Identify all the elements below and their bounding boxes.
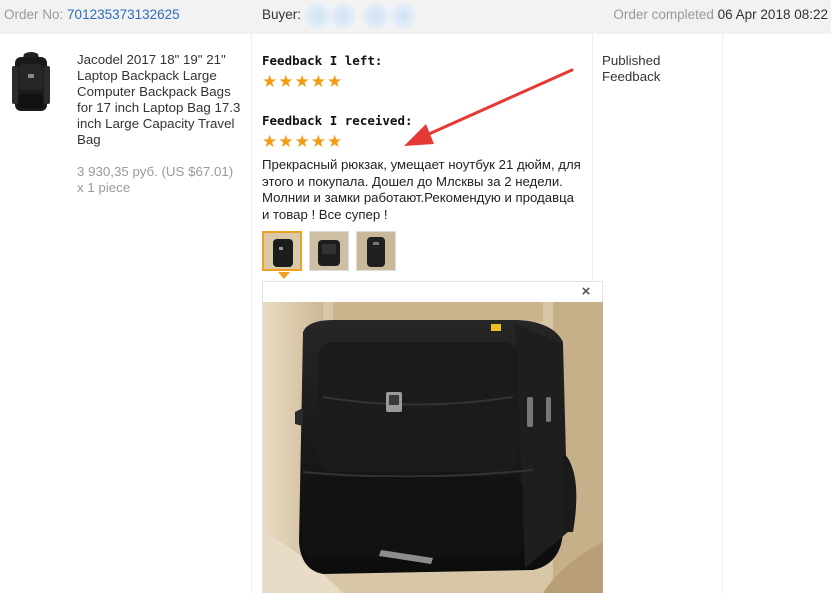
star-icon: ★	[262, 72, 279, 91]
product-title[interactable]: Jacodel 2017 18" 19" 21" Laptop Backpack…	[77, 52, 247, 148]
feedback-received-label: Feedback I received:	[262, 113, 413, 128]
product-quantity: x 1 piece	[77, 180, 131, 195]
feedback-left-stars: ★★★★★	[262, 73, 343, 91]
star-icon: ★	[327, 132, 344, 151]
star-icon: ★	[327, 72, 344, 91]
feedback-comment: Прекрасный рюкзак, умещает ноутбук 21 дю…	[262, 157, 581, 222]
star-icon: ★	[310, 132, 327, 151]
order-number-link[interactable]: 701235373132625	[67, 7, 180, 22]
feedback-photo-thumb-2[interactable]	[309, 231, 349, 271]
star-icon: ★	[262, 132, 279, 151]
product-price: 3 930,35 руб. (US $67.01)	[77, 164, 234, 179]
column-divider	[251, 34, 252, 593]
completed-date: 06 Apr 2018 08:22	[717, 7, 828, 22]
order-header: Order No: 701235373132625 Buyer: Order c…	[0, 0, 831, 34]
feedback-photo-thumb-3[interactable]	[356, 231, 396, 271]
column-divider	[722, 34, 723, 593]
star-icon: ★	[278, 132, 295, 151]
selected-thumb-indicator	[278, 272, 290, 279]
feedback-status: Published Feedback	[602, 53, 660, 85]
feedback-photo-thumb-1[interactable]	[262, 231, 302, 271]
star-icon: ★	[294, 72, 311, 91]
buyer-label: Buyer:	[262, 7, 302, 22]
completed-label: Order completed	[613, 7, 714, 22]
star-icon: ★	[294, 132, 311, 151]
status-line-2: Feedback	[602, 69, 661, 84]
feedback-left-label: Feedback I left:	[262, 53, 383, 68]
product-thumbnail[interactable]	[8, 50, 54, 114]
order-label: Order No:	[4, 7, 64, 22]
order-completed: Order completed 06 Apr 2018 08:22	[613, 7, 828, 22]
order-number-group: Order No: 701235373132625	[4, 7, 180, 22]
buyer-group: Buyer:	[262, 7, 301, 22]
feedback-photo-large	[263, 302, 603, 593]
status-line-1: Published	[602, 53, 661, 68]
star-icon: ★	[310, 72, 327, 91]
close-icon[interactable]: ×	[579, 284, 593, 299]
star-icon: ★	[278, 72, 295, 91]
feedback-received-stars: ★★★★★	[262, 133, 343, 151]
